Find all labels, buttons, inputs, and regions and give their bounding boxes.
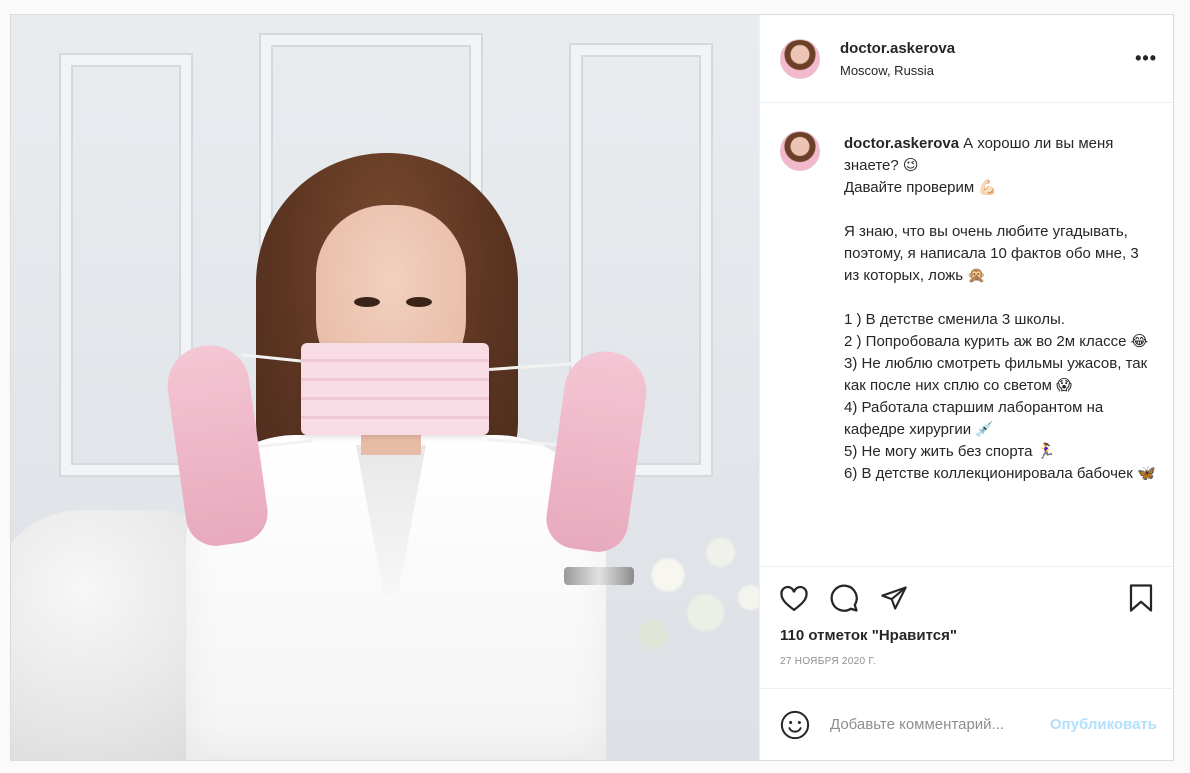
post-card: doctor.askerova Moscow, Russia ••• docto… (10, 14, 1174, 761)
post-date[interactable]: 27 НОЯБРЯ 2020 Г. (780, 656, 1157, 667)
avatar[interactable] (780, 38, 820, 79)
caption-line: doctor.askerova А хорошо ли вы меня знает… (844, 135, 1114, 174)
caption-line: Я знаю, что вы очень любите угадывать, п… (844, 223, 1139, 284)
caption-line: 2 ) Попробовала курить аж во 2м классе 😂 (844, 333, 1149, 350)
wristwatch (564, 567, 634, 585)
caption: doctor.askerova А хорошо ли вы меня знает… (844, 133, 1157, 566)
share-icon[interactable] (878, 582, 910, 614)
comment-form: Опубликовать (760, 688, 1173, 760)
caption-line: 1 ) В детстве сменила 3 школы. (844, 311, 1065, 328)
bookmark-icon[interactable] (1125, 582, 1157, 614)
emoji-icon[interactable] (780, 710, 810, 740)
post-sidebar: doctor.askerova Moscow, Russia ••• docto… (759, 15, 1173, 760)
caption-area: doctor.askerova А хорошо ли вы меня знает… (760, 103, 1173, 566)
caption-username-link[interactable]: doctor.askerova (844, 135, 959, 152)
caption-line: 6) В детстве коллекционировала бабочек 🦋 (844, 465, 1156, 482)
publish-button[interactable]: Опубликовать (1050, 716, 1157, 733)
post-author: doctor.askerova Moscow, Russia (840, 40, 1135, 78)
medical-mask (301, 343, 489, 435)
post-header: doctor.askerova Moscow, Russia ••• (760, 15, 1173, 103)
username-link[interactable]: doctor.askerova (840, 40, 1135, 57)
caption-line: Давайте проверим 💪🏻 (844, 179, 998, 196)
avatar[interactable] (780, 131, 820, 171)
post-photo[interactable] (11, 15, 759, 760)
post-actions: 110 отметок "Нравится" 27 НОЯБРЯ 2020 Г. (760, 566, 1173, 688)
caption-gap (844, 287, 1157, 309)
caption-line: 3) Не люблю смотреть фильмы ужасов, так … (844, 355, 1148, 394)
flowers (623, 515, 759, 665)
action-icons (778, 581, 1157, 615)
eye (354, 297, 380, 307)
caption-line: 5) Не могу жить без спорта 🏃‍♀️ (844, 443, 1056, 460)
comment-input[interactable] (830, 716, 1050, 733)
caption-line: 4) Работала старшим лаборантом на кафедр… (844, 399, 1104, 438)
heart-icon[interactable] (778, 582, 810, 614)
comment-icon[interactable] (828, 582, 860, 614)
location-link[interactable]: Moscow, Russia (840, 63, 1135, 78)
more-options-icon[interactable]: ••• (1135, 48, 1157, 69)
caption-gap (844, 199, 1157, 221)
likes-count[interactable]: 110 отметок "Нравится" (780, 627, 1157, 644)
eye (406, 297, 432, 307)
